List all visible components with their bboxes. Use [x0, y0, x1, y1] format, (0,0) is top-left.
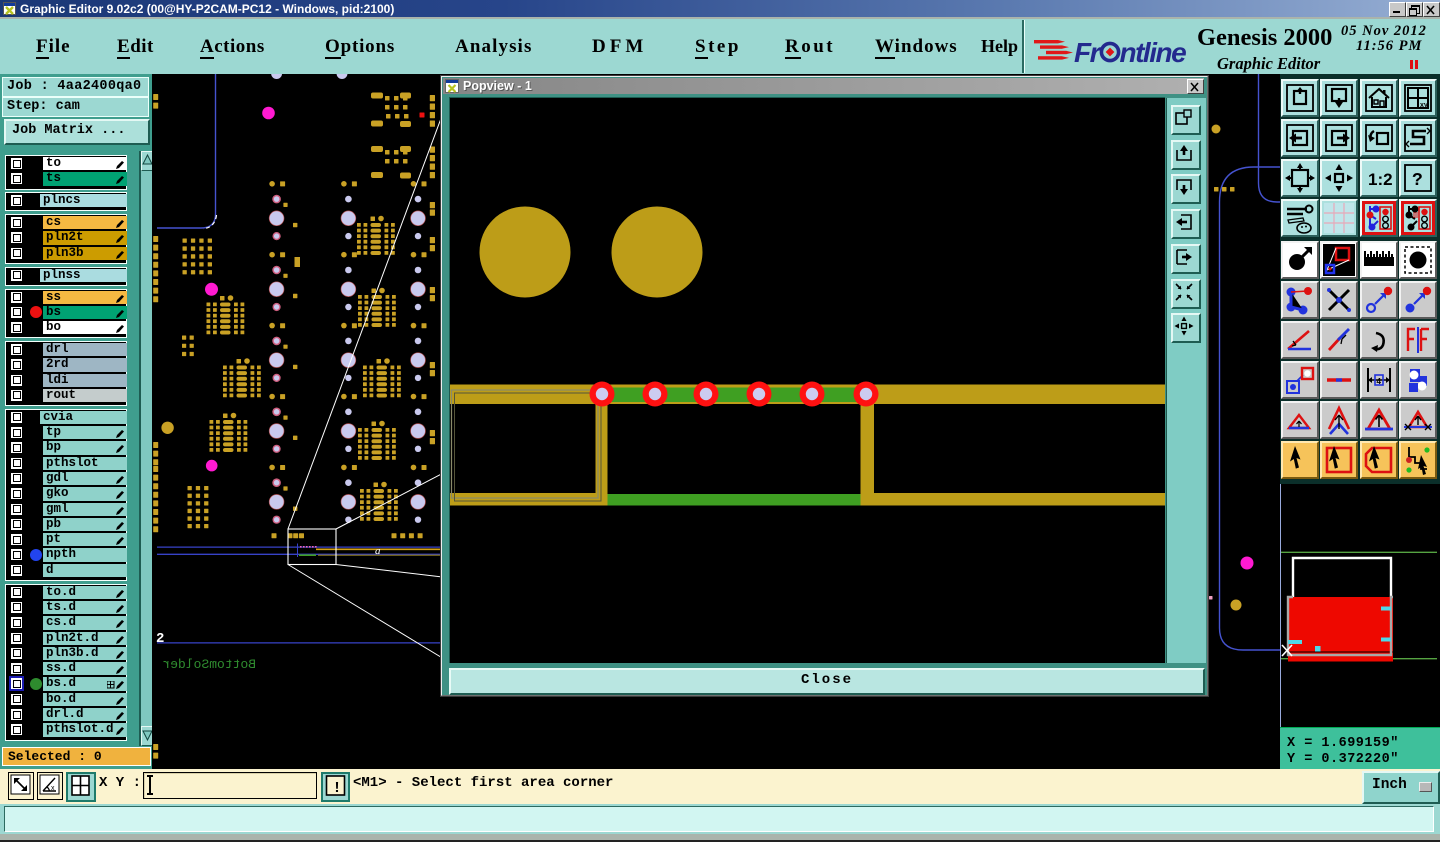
- svg-text:!: !: [333, 780, 342, 797]
- svg-text:2: 2: [156, 631, 164, 647]
- svg-text:?: ?: [1412, 171, 1423, 191]
- svg-text:x: x: [51, 785, 55, 792]
- svg-text:ntline: ntline: [1120, 37, 1187, 68]
- svg-text:xy: xy: [1420, 102, 1428, 109]
- svg-text:Fr: Fr: [1074, 37, 1103, 68]
- svg-text:BottomSolder: BottomSolder: [162, 657, 256, 672]
- svg-text:a: a: [375, 545, 381, 557]
- svg-text:4: 4: [1376, 377, 1381, 386]
- svg-text:1:2: 1:2: [1368, 170, 1393, 189]
